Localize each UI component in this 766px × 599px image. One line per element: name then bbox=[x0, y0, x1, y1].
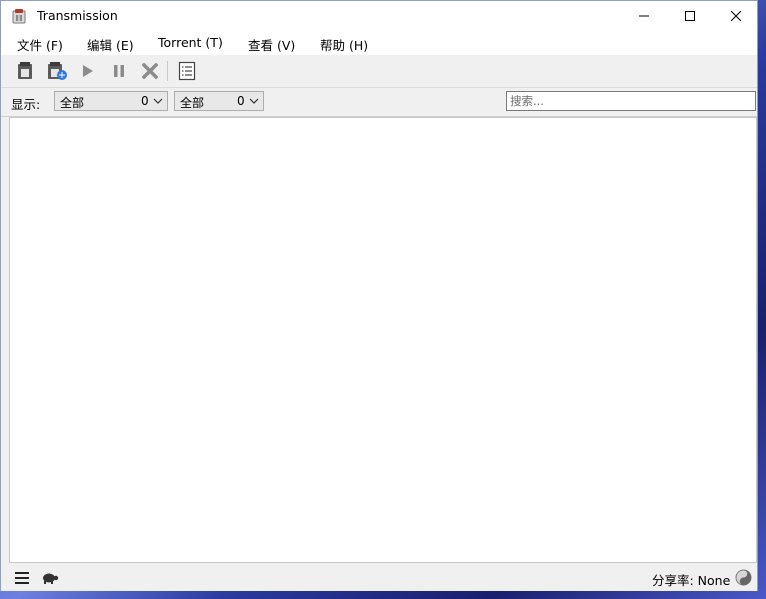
hamburger-menu-icon bbox=[15, 572, 29, 584]
tracker-filter-value: 全部 bbox=[180, 96, 205, 110]
close-button[interactable] bbox=[713, 1, 759, 31]
menu-file[interactable]: 文件 (F) bbox=[17, 35, 63, 54]
transmission-logo-icon bbox=[12, 9, 26, 24]
chevron-down-icon bbox=[153, 98, 163, 104]
menu-edit[interactable]: 编辑 (E) bbox=[87, 35, 134, 54]
open-url-button[interactable] bbox=[45, 59, 69, 83]
open-url-icon bbox=[48, 62, 67, 80]
menu-torrent[interactable]: Torrent (T) bbox=[158, 35, 223, 50]
pause-icon bbox=[114, 65, 124, 77]
toolbar-separator bbox=[167, 61, 168, 81]
remove-icon bbox=[142, 63, 158, 79]
open-torrent-button[interactable] bbox=[13, 59, 37, 83]
tracker-filter-count: 0 bbox=[237, 94, 245, 108]
chevron-down-icon bbox=[249, 98, 259, 104]
torrent-list[interactable] bbox=[9, 117, 757, 563]
app-window: Transmission 文件 (F) 编辑 (E) Torrent (T) 查… bbox=[0, 0, 758, 591]
properties-button[interactable] bbox=[175, 59, 199, 83]
turtle-icon bbox=[43, 573, 59, 584]
title-bar[interactable]: Transmission bbox=[1, 1, 757, 31]
activity-filter-count: 0 bbox=[141, 94, 149, 108]
ratio-status[interactable]: 分享率: None bbox=[652, 570, 730, 589]
menu-view[interactable]: 查看 (V) bbox=[248, 35, 295, 54]
window-title: Transmission bbox=[37, 8, 118, 23]
remove-button[interactable] bbox=[138, 59, 162, 83]
menu-help[interactable]: 帮助 (H) bbox=[320, 35, 368, 54]
properties-icon bbox=[178, 61, 196, 81]
minimize-button[interactable] bbox=[621, 1, 667, 31]
activity-filter-dropdown[interactable]: 全部 0 bbox=[54, 91, 168, 111]
status-bar: 分享率: None bbox=[1, 564, 757, 591]
options-menu-button[interactable] bbox=[13, 569, 31, 587]
ratio-icon[interactable] bbox=[735, 569, 752, 586]
maximize-button[interactable] bbox=[667, 1, 713, 31]
toolbar bbox=[1, 55, 757, 88]
filter-bar: 显示: 全部 0 全部 0 bbox=[1, 88, 757, 117]
pause-button[interactable] bbox=[107, 59, 131, 83]
minimize-icon bbox=[639, 15, 649, 17]
search-input[interactable] bbox=[506, 91, 756, 111]
close-icon bbox=[731, 11, 741, 21]
speed-limit-toggle[interactable] bbox=[40, 569, 60, 587]
activity-filter-value: 全部 bbox=[60, 96, 85, 110]
open-torrent-icon bbox=[18, 62, 32, 79]
start-button[interactable] bbox=[76, 59, 100, 83]
menu-bar: 文件 (F) 编辑 (E) Torrent (T) 查看 (V) 帮助 (H) bbox=[1, 31, 757, 55]
start-icon bbox=[83, 65, 93, 77]
tracker-filter-dropdown[interactable]: 全部 0 bbox=[174, 91, 264, 111]
filter-label: 显示: bbox=[11, 97, 41, 112]
maximize-icon bbox=[685, 11, 695, 21]
